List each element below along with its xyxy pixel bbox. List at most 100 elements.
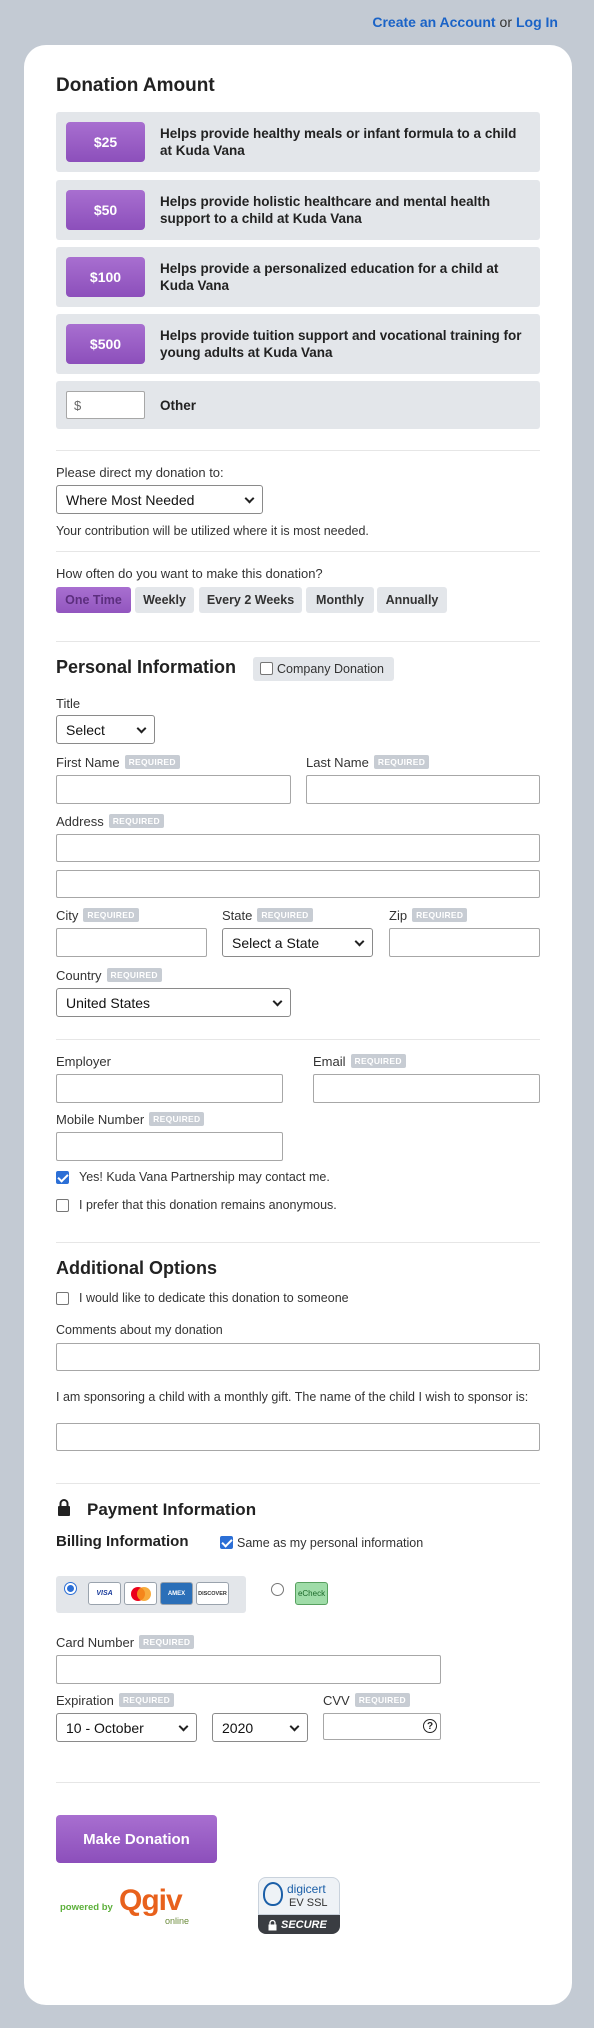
digicert-ev-ssl-seal: digicert EV SSL SECURE xyxy=(258,1877,340,1934)
card-payment-option[interactable]: VISA AMEX DISCOVER xyxy=(56,1576,246,1613)
amount-option-100[interactable]: $100 Helps provide a personalized educat… xyxy=(56,247,540,307)
freq-every-2-weeks[interactable]: Every 2 Weeks xyxy=(199,587,302,613)
chevron-down-icon xyxy=(244,493,255,504)
country-label: Country REQUIRED xyxy=(56,968,162,983)
freq-monthly[interactable]: Monthly xyxy=(306,587,374,613)
required-badge: REQUIRED xyxy=(124,755,180,769)
additional-options-title: Additional Options xyxy=(56,1258,217,1278)
amount-option-other: $ Other xyxy=(56,381,540,429)
billing-info-title: Billing Information xyxy=(56,1533,189,1550)
amount-option-50[interactable]: $50 Helps provide holistic healthcare an… xyxy=(56,180,540,240)
chevron-down-icon xyxy=(272,996,283,1007)
same-as-personal-checkbox[interactable] xyxy=(220,1536,233,1549)
city-input[interactable] xyxy=(56,928,207,957)
chevron-down-icon xyxy=(354,936,365,947)
required-badge: REQUIRED xyxy=(373,755,430,769)
zip-label: Zip REQUIRED xyxy=(389,908,468,923)
amount-description: Helps provide holistic healthcare and me… xyxy=(160,194,491,226)
freq-annually[interactable]: Annually xyxy=(377,587,447,613)
contact-label: Yes! Kuda Vana Partnership may contact m… xyxy=(79,1170,330,1184)
dedicate-checkbox[interactable] xyxy=(56,1292,69,1305)
required-badge: REQUIRED xyxy=(106,968,162,982)
lock-icon xyxy=(268,1920,277,1931)
chevron-down-icon xyxy=(289,1721,300,1732)
cvv-input[interactable]: ? xyxy=(323,1713,441,1740)
address-line-2-input[interactable] xyxy=(56,870,540,898)
required-badge: REQUIRED xyxy=(354,1693,410,1707)
frequency-label: How often do you want to make this donat… xyxy=(56,566,323,581)
log-in-link[interactable]: Log In xyxy=(516,14,558,30)
zip-input[interactable] xyxy=(389,928,540,957)
required-badge: REQUIRED xyxy=(139,1635,195,1649)
company-donation-toggle[interactable]: Company Donation xyxy=(253,657,394,681)
address-label: Address REQUIRED xyxy=(56,814,164,829)
sponsor-label: I am sponsoring a child with a monthly g… xyxy=(56,1390,529,1404)
card-radio[interactable] xyxy=(64,1582,77,1595)
divider xyxy=(56,641,540,642)
freq-weekly[interactable]: Weekly xyxy=(135,587,194,613)
direct-select[interactable]: Where Most Needed xyxy=(56,485,263,514)
state-select[interactable]: Select a State xyxy=(222,928,373,957)
first-name-input[interactable] xyxy=(56,775,291,804)
help-icon[interactable]: ? xyxy=(423,1719,437,1733)
country-value: United States xyxy=(66,994,151,1011)
donation-form-card: Donation Amount $25 Helps provide health… xyxy=(24,45,572,2005)
email-input[interactable] xyxy=(313,1074,540,1103)
address-line-1-input[interactable] xyxy=(56,834,540,862)
title-value: Select xyxy=(66,721,105,738)
currency-prefix: $ xyxy=(74,398,82,413)
same-as-personal-label: Same as my personal information xyxy=(237,1536,424,1550)
amount-option-500[interactable]: $500 Helps provide tuition support and v… xyxy=(56,314,540,374)
amount-description: Helps provide tuition support and vocati… xyxy=(160,328,522,360)
divider xyxy=(56,450,540,451)
state-value: Select a State xyxy=(232,934,320,951)
title-label: Title xyxy=(56,696,81,711)
amount-button-25[interactable]: $25 xyxy=(66,122,145,162)
qgiv-logo[interactable]: powered by Qgiv online xyxy=(60,1883,200,1927)
contact-checkbox[interactable] xyxy=(56,1171,69,1184)
card-number-input[interactable] xyxy=(56,1655,441,1684)
account-links: Create an Account or Log In xyxy=(372,14,558,30)
qgiv-brand: Qgiv xyxy=(119,1884,183,1917)
amount-button-50[interactable]: $50 xyxy=(66,190,145,230)
freq-one-time[interactable]: One Time xyxy=(56,587,131,613)
other-label: Other xyxy=(160,398,197,413)
employer-input[interactable] xyxy=(56,1074,283,1103)
lock-icon xyxy=(58,1499,70,1516)
direct-note: Your contribution will be utilized where… xyxy=(56,524,369,538)
required-badge: REQUIRED xyxy=(108,814,164,828)
divider xyxy=(56,1039,540,1040)
amount-button-500[interactable]: $500 xyxy=(66,324,145,364)
required-badge: REQUIRED xyxy=(149,1112,205,1126)
last-name-input[interactable] xyxy=(306,775,540,804)
anonymous-checkbox[interactable] xyxy=(56,1199,69,1212)
expiration-month-select[interactable]: 10 - October xyxy=(56,1713,197,1742)
amount-button-100[interactable]: $100 xyxy=(66,257,145,297)
other-amount-input[interactable]: $ xyxy=(66,391,145,419)
first-name-label: First Name REQUIRED xyxy=(56,755,180,770)
donation-amount-title: Donation Amount xyxy=(56,75,215,96)
chevron-down-icon xyxy=(136,723,147,734)
create-account-link[interactable]: Create an Account xyxy=(372,14,495,30)
year-value: 2020 xyxy=(222,1719,254,1736)
chevron-down-icon xyxy=(178,1721,189,1732)
title-select[interactable]: Select xyxy=(56,715,155,744)
make-donation-button[interactable]: Make Donation xyxy=(56,1815,217,1863)
country-select[interactable]: United States xyxy=(56,988,291,1017)
mobile-label: Mobile Number REQUIRED xyxy=(56,1112,205,1127)
discover-icon: DISCOVER xyxy=(196,1582,229,1605)
echeck-radio[interactable] xyxy=(271,1583,284,1596)
company-donation-checkbox[interactable] xyxy=(260,662,273,675)
mobile-input[interactable] xyxy=(56,1132,283,1161)
amount-option-25[interactable]: $25 Helps provide healthy meals or infan… xyxy=(56,112,540,172)
sponsor-input[interactable] xyxy=(56,1423,540,1451)
amount-description: Helps provide healthy meals or infant fo… xyxy=(160,126,517,158)
expiration-year-select[interactable]: 2020 xyxy=(212,1713,308,1742)
direct-value: Where Most Needed xyxy=(66,491,195,508)
comments-input[interactable] xyxy=(56,1343,540,1371)
digicert-text: digicert xyxy=(287,1882,326,1896)
echeck-icon: eCheck xyxy=(295,1582,328,1605)
required-badge: REQUIRED xyxy=(412,908,468,922)
payment-info-title: Payment Information xyxy=(87,1500,257,1519)
anonymous-label: I prefer that this donation remains anon… xyxy=(79,1198,337,1212)
